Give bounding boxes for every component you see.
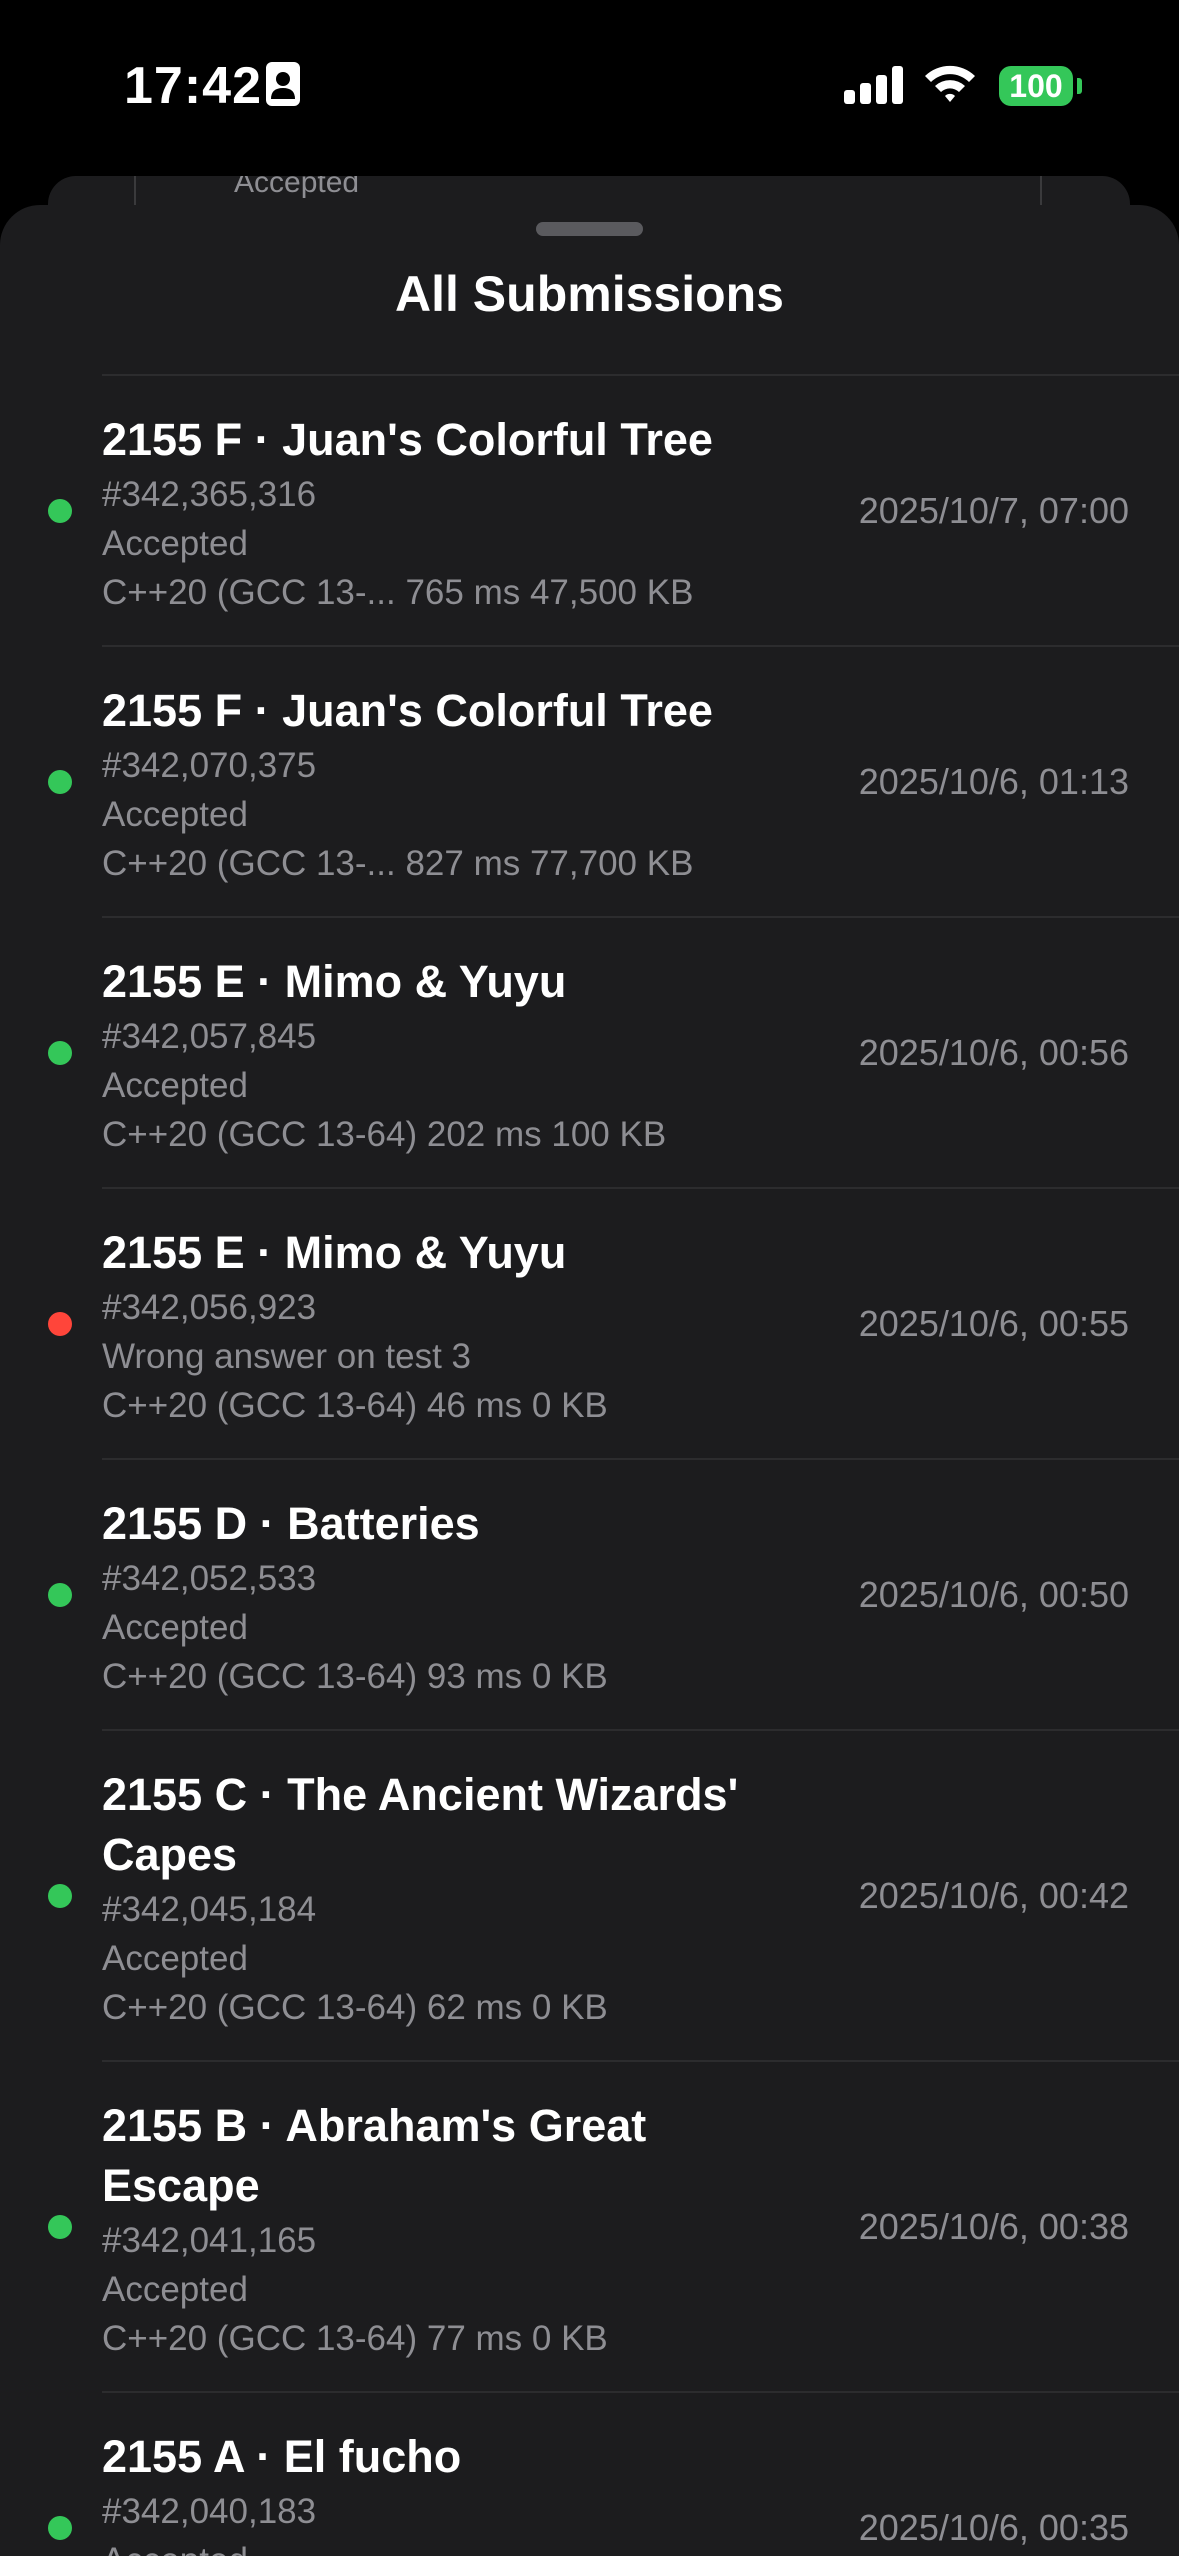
submission-details: C++20 (GCC 13-64) 93 ms 0 KB — [102, 1657, 608, 1696]
submissions-sheet: All Submissions 2155 F · Juan's Colorful… — [0, 205, 1179, 2556]
submission-id: #342,052,533 — [102, 1559, 317, 1598]
submission-id: #342,041,165 — [102, 2221, 317, 2260]
submission-date: 2025/10/6, 00:42 — [858, 1874, 1129, 1916]
submission-id: #342,057,845 — [102, 1017, 317, 1056]
sheet-title: All Submissions — [395, 266, 784, 322]
submission-date: 2025/10/6, 00:35 — [858, 2506, 1129, 2548]
sheet-grabber[interactable] — [536, 222, 643, 236]
submission-title: 2155 A · El fucho — [102, 2431, 462, 2482]
cellular-signal-icon — [844, 66, 904, 109]
wifi-icon — [922, 62, 978, 109]
submission-info: 2155 E · Mimo & Yuyu #342,057,845 Accepted… — [0, 918, 762, 1187]
submission-id: #342,070,375 — [102, 746, 317, 785]
submission-verdict: Accepted — [102, 524, 248, 563]
submission-info: 2155 F · Juan's Colorful Tree #342,365,31… — [0, 376, 762, 645]
submission-date: 2025/10/7, 07:00 — [858, 489, 1129, 531]
submission-list[interactable]: 2155 F · Juan's Colorful Tree #342,365,31… — [0, 374, 1179, 2556]
submission-verdict: Wrong answer on test 3 — [102, 1337, 471, 1376]
status-dot-icon — [48, 2515, 72, 2540]
status-dot-icon — [48, 2214, 72, 2239]
submission-info: 2155 E · Mimo & Yuyu #342,056,923 Wrong an… — [0, 1189, 762, 1458]
submission-info: 2155 B · Abraham's Great Escape #342,041,… — [0, 2062, 762, 2391]
submission-id: #342,040,183 — [102, 2492, 317, 2531]
submission-row[interactable]: 2155 B · Abraham's Great Escape #342,041,… — [0, 2062, 1179, 2391]
submission-verdict: Accepted — [102, 795, 248, 834]
status-dot-icon — [48, 1883, 72, 1908]
submission-details: C++20 (GCC 13-... 765 ms 47,500 KB — [102, 573, 694, 612]
battery-tip — [1077, 78, 1082, 94]
submission-row[interactable]: 2155 E · Mimo & Yuyu #342,057,845 Accepted… — [0, 918, 1179, 1187]
submission-verdict: Accepted — [102, 1608, 248, 1647]
submission-title: 2155 F · Juan's Colorful Tree — [102, 685, 713, 736]
submission-date: 2025/10/6, 00:38 — [858, 2205, 1129, 2247]
submission-verdict: Accepted — [102, 2536, 762, 2556]
submission-verdict: Accepted — [102, 2270, 248, 2309]
submission-title: 2155 D · Batteries — [102, 1498, 480, 1549]
submission-info: 2155 F · Juan's Colorful Tree #342,070,37… — [0, 647, 762, 916]
submission-row[interactable]: 2155 F · Juan's Colorful Tree #342,365,31… — [0, 376, 1179, 645]
submission-details: C++20 (GCC 13-64) 202 ms 100 KB — [102, 1115, 667, 1154]
submission-date: 2025/10/6, 00:56 — [858, 1031, 1129, 1073]
battery-level: 100 — [1009, 67, 1063, 104]
screen: 17:42 100 Accepted All Submissions 2155 … — [0, 0, 1179, 2556]
submission-date: 2025/10/6, 00:55 — [858, 1302, 1129, 1344]
submission-id: #342,045,184 — [102, 1890, 317, 1929]
submission-row[interactable]: 2155 E · Mimo & Yuyu #342,056,923 Wrong an… — [0, 1189, 1179, 1458]
submission-info: 2155 C · The Ancient Wizards' Capes #342,… — [0, 1731, 762, 2060]
submission-row[interactable]: 2155 F · Juan's Colorful Tree #342,070,37… — [0, 647, 1179, 916]
submission-verdict: Accepted — [102, 1066, 248, 1105]
submission-id: #342,365,316 — [102, 475, 317, 514]
status-time: 17:42 — [124, 57, 262, 115]
submission-details: C++20 (GCC 13-64) 62 ms 0 KB — [102, 1988, 608, 2027]
submission-title: 2155 E · Mimo & Yuyu — [102, 956, 567, 1007]
submission-title: 2155 B · Abraham's Great Escape — [102, 2100, 647, 2211]
submission-title: 2155 C · The Ancient Wizards' Capes — [102, 1769, 739, 1880]
battery-icon: 100 — [999, 66, 1073, 106]
submission-info: 2155 A · El fucho#342,040,183AcceptedC++… — [0, 2393, 762, 2556]
status-dot-icon — [48, 769, 72, 794]
submission-details: C++20 (GCC 13-64) 46 ms 0 KB — [102, 1386, 608, 1425]
submission-id: #342,056,923 — [102, 1288, 317, 1327]
submission-info: 2155 D · Batteries #342,052,533 Accepted C+… — [0, 1460, 762, 1729]
status-dot-icon — [48, 498, 72, 523]
submission-date: 2025/10/6, 01:13 — [858, 760, 1129, 802]
submission-title: 2155 E · Mimo & Yuyu — [102, 1227, 567, 1278]
status-dot-icon — [48, 1311, 72, 1336]
background-card-text: Accepted — [234, 176, 360, 199]
status-dot-icon — [48, 1040, 72, 1065]
submission-details: C++20 (GCC 13-64) 77 ms 0 KB — [102, 2319, 608, 2358]
submission-row[interactable]: 2155 D · Batteries #342,052,533 Accepted C+… — [0, 1460, 1179, 1729]
contact-card-icon — [266, 62, 300, 111]
submission-row[interactable]: 2155 C · The Ancient Wizards' Capes #342,… — [0, 1731, 1179, 2060]
submission-title: 2155 F · Juan's Colorful Tree — [102, 414, 713, 465]
submission-details: C++20 (GCC 13-... 827 ms 77,700 KB — [102, 844, 694, 883]
status-dot-icon — [48, 1582, 72, 1607]
submission-date: 2025/10/6, 00:50 — [858, 1573, 1129, 1615]
status-bar: 17:42 100 — [0, 0, 1179, 175]
submission-row[interactable]: 2155 A · El fucho#342,040,183AcceptedC++… — [0, 2393, 1179, 2556]
submission-verdict: Accepted — [102, 1939, 248, 1978]
